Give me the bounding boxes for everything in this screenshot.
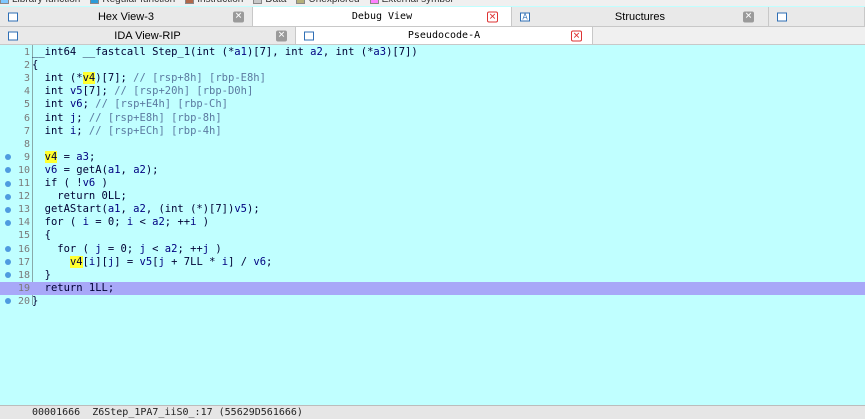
breakpoint-dot-icon[interactable] [5, 206, 11, 213]
code-line[interactable]: 9 v4 = a3; [0, 150, 865, 164]
code-text: { [32, 229, 51, 242]
legend-item: Instruction [185, 0, 243, 5]
legend-item: Data [253, 0, 286, 5]
tab-debug-view[interactable]: Debug View ✕ [253, 7, 512, 26]
legend-label: External symbol [382, 0, 453, 5]
code-text: } [32, 268, 51, 281]
code-text: } [32, 294, 39, 307]
code-line[interactable]: 16 for ( j = 0; j < a2; ++j ) [0, 243, 865, 256]
legend-label: Regular function [102, 0, 175, 5]
legend-label: Library function [12, 0, 80, 5]
line-number: 2 [23, 60, 30, 72]
code-text: { [32, 59, 39, 72]
code-line[interactable]: 15 { [0, 229, 865, 242]
close-icon[interactable]: ✕ [276, 30, 287, 41]
code-text: for ( j = 0; j < a2; ++j ) [32, 242, 222, 255]
code-line[interactable]: 19 return 1LL; [0, 281, 865, 295]
legend-item: Regular function [90, 0, 175, 5]
line-number: 8 [23, 138, 30, 150]
code-text: for ( i = 0; i < a2; ++i ) [32, 216, 210, 229]
tab-bar-views: IDA View-RIP ✕ Pseudocode-A ✕ [0, 27, 865, 45]
line-number: 15 [17, 230, 30, 242]
line-number: 19 [17, 282, 30, 294]
code-text: return 1LL; [32, 281, 115, 294]
code-line[interactable]: 20} [0, 295, 865, 308]
code-line[interactable]: 18 } [0, 269, 865, 282]
tab-pseudocode-a[interactable]: Pseudocode-A ✕ [296, 27, 593, 44]
code-line[interactable]: 6 int j; // [rsp+E8h] [rbp-8h] [0, 112, 865, 125]
legend-label: Unexplored [308, 0, 359, 5]
breakpoint-dot-icon[interactable] [5, 219, 11, 226]
legend-swatch [253, 0, 263, 4]
tab-label: IDA View-RIP [114, 29, 181, 42]
legend-swatch [185, 0, 195, 4]
close-icon[interactable]: ✕ [487, 11, 498, 22]
code-line[interactable]: 11 if ( !v6 ) [0, 177, 865, 190]
close-icon[interactable]: ✕ [233, 11, 244, 22]
tab-bar-top: Hex View-3 ✕ Debug View ✕ A Structures ✕ [0, 7, 865, 27]
legend-label: Instruction [197, 0, 243, 5]
pseudocode-editor[interactable]: 1 __int64 __fastcall Step_1(int (*a1)[7],… [0, 45, 865, 405]
line-number: 5 [23, 99, 30, 111]
legend-swatch [296, 0, 306, 4]
line-number: 1 [23, 47, 30, 58]
breakpoint-dot-icon[interactable] [5, 180, 11, 187]
status-text: 00001666 Z6Step_1PA7_iiS0_:17 (55629D561… [32, 407, 303, 418]
line-number: 3 [23, 73, 30, 85]
tab-ida-view-rip[interactable]: IDA View-RIP ✕ [0, 27, 296, 44]
line-number: 4 [23, 86, 30, 98]
code-text: int j; // [rsp+E8h] [rbp-8h] [32, 111, 222, 124]
line-number: 7 [23, 125, 30, 137]
legend-swatch [369, 0, 379, 4]
code-text: v4 = a3; [44, 150, 96, 163]
tab-label: Debug View [351, 11, 413, 22]
legend-item: Library function [0, 0, 80, 5]
status-bar: 00001666 Z6Step_1PA7_iiS0_:17 (55629D561… [0, 405, 865, 419]
code-text: v4[i][j] = v5[j + 7LL * i] / v6; [69, 255, 273, 268]
code-line[interactable]: 4 int v5[7]; // [rsp+20h] [rbp-D0h] [0, 85, 865, 98]
tab-hex-view-3[interactable]: Hex View-3 ✕ [0, 7, 253, 26]
code-text: v6 = getA(a1, a2); [44, 163, 159, 176]
tab-enums[interactable] [769, 7, 865, 26]
code-line[interactable]: 12 return 0LL; [0, 190, 865, 203]
breakpoint-dot-icon[interactable] [5, 193, 11, 200]
enums-icon [777, 12, 787, 21]
code-line[interactable]: 5 int v6; // [rsp+E4h] [rbp-Ch] [0, 98, 865, 111]
breakpoint-dot-icon[interactable] [5, 246, 11, 252]
legend-label: Data [265, 0, 286, 5]
code-text: return 0LL; [32, 190, 127, 203]
code-text: int i; // [rsp+ECh] [rbp-4h] [32, 124, 222, 137]
close-icon[interactable]: ✕ [743, 11, 754, 22]
line-number: 6 [23, 112, 30, 124]
code-line[interactable]: 1 __int64 __fastcall Step_1(int (*a1)[7],… [0, 46, 865, 59]
tab-structures[interactable]: A Structures ✕ [512, 7, 769, 26]
code-line[interactable]: 17 v4[i][j] = v5[j + 7LL * i] / v6; [0, 255, 865, 269]
legend-swatch [0, 0, 9, 4]
code-text: int v6; // [rsp+E4h] [rbp-Ch] [32, 98, 229, 111]
code-line[interactable]: 3 int (*v4)[7]; // [rsp+8h] [rbp-E8h] [0, 72, 865, 85]
code-text: __int64 __fastcall Step_1(int (*a1)[7], … [32, 46, 418, 58]
legend-item: External symbol [369, 0, 453, 5]
tab-label: Pseudocode-A [407, 30, 481, 41]
tab-label: Hex View-3 [97, 10, 155, 23]
code-line[interactable]: 2{ [0, 59, 865, 72]
legend-bar: Library function Regular function Instruct… [0, 0, 865, 6]
code-line[interactable]: 8 [0, 138, 865, 151]
code-line[interactable]: 13 getAStart(a1, a2, (int (*)[7])v5); [0, 203, 865, 216]
code-line[interactable]: 14 for ( i = 0; i < a2; ++i ) [0, 216, 865, 229]
legend-item: Unexplored [296, 0, 360, 5]
code-line[interactable]: 10 v6 = getA(a1, a2); [0, 164, 865, 177]
code-text: getAStart(a1, a2, (int (*)[7])v5); [32, 203, 260, 216]
code-text: if ( !v6 ) [32, 177, 108, 189]
close-icon[interactable]: ✕ [571, 30, 582, 41]
code-text: int v5[7]; // [rsp+20h] [rbp-D0h] [32, 85, 254, 98]
code-text: int (*v4)[7]; // [rsp+8h] [rbp-E8h] [32, 72, 266, 85]
tab-label: Structures [614, 10, 666, 23]
code-line[interactable]: 7 int i; // [rsp+ECh] [rbp-4h] [0, 125, 865, 138]
legend-swatch [90, 0, 100, 4]
